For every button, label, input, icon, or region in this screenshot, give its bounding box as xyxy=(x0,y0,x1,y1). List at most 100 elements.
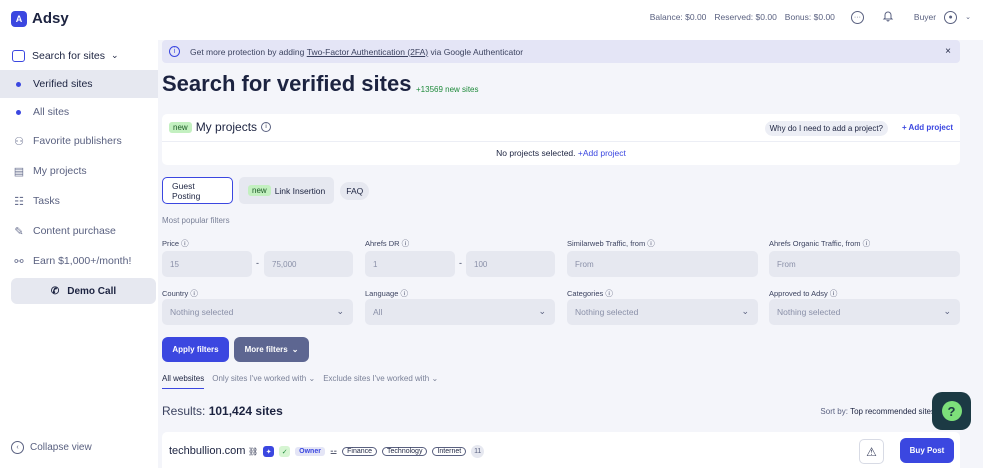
bullet-icon xyxy=(16,81,21,87)
tab-label: Link Insertion xyxy=(274,185,326,196)
similarweb-label: Similarweb Traffic, from ⓘ xyxy=(567,239,655,248)
my-projects-panel: new My projects i Why do I need to add a… xyxy=(162,114,960,165)
price-to-input[interactable]: 75,000 xyxy=(264,251,353,277)
phone-icon: ✆ xyxy=(50,285,60,297)
share-icon: ⚯ xyxy=(14,255,24,268)
sidebar-item-label: My projects xyxy=(33,165,87,177)
alert-text-end: via Google Authenticator xyxy=(428,46,524,57)
ahrefs-organic-label: Ahrefs Organic Traffic, from ⓘ xyxy=(769,239,871,248)
add-project-label: Add project xyxy=(908,123,953,132)
language-label: Language ⓘ xyxy=(365,289,408,298)
country-select[interactable]: Nothing selected ⌄ xyxy=(162,299,353,325)
sidebar-item-earn[interactable]: ⚯ Earn $1,000+/month! xyxy=(0,246,158,276)
new-badge: new xyxy=(169,121,192,133)
sort-value: Top recommended sites xyxy=(850,407,935,416)
categories-select[interactable]: Nothing selected ⌄ xyxy=(567,299,758,325)
dr-to-input[interactable]: 100 xyxy=(466,251,555,277)
chevron-down-icon: ⌄ xyxy=(943,306,951,316)
dr-from-input[interactable]: 1 xyxy=(365,251,455,277)
document-icon: ▤ xyxy=(13,165,25,178)
select-value: Nothing selected xyxy=(170,307,234,317)
categories-label: Categories ⓘ xyxy=(567,289,613,298)
more-dots-icon[interactable]: ··· xyxy=(850,10,864,24)
owner-badge: Owner xyxy=(295,447,325,456)
info-icon[interactable]: i xyxy=(261,122,272,132)
sidebar-item-label: Search for sites xyxy=(32,49,105,62)
chat-support-button[interactable]: ? xyxy=(932,392,971,430)
bell-icon[interactable] xyxy=(882,10,894,24)
sidebar-item-tasks[interactable]: ☷ Tasks xyxy=(0,186,158,216)
sidebar-item-all-sites[interactable]: All sites xyxy=(0,98,158,126)
collapse-view-button[interactable]: ‹ Collapse view xyxy=(11,441,92,454)
chevron-down-icon: ⌄ xyxy=(336,306,344,316)
help-chat-icon: ? xyxy=(941,401,962,421)
tab-faq[interactable]: FAQ xyxy=(340,181,370,200)
range-dash: - xyxy=(256,258,259,268)
add-project-button[interactable]: + Add project xyxy=(902,123,953,132)
select-value: All xyxy=(373,307,383,317)
chevron-down-icon: ⌄ xyxy=(110,50,119,60)
sidebar-item-content-purchase[interactable]: ✎ Content purchase xyxy=(0,216,158,246)
results-value: 101,424 sites xyxy=(208,404,283,418)
link-icon[interactable]: ⛓ xyxy=(248,447,258,456)
ahrefs-organic-input[interactable]: From xyxy=(769,251,960,277)
alert-text: Get more protection by adding xyxy=(190,46,307,57)
more-filters-button[interactable]: More filters ⌄ xyxy=(234,337,309,362)
warning-icon: ⚠ xyxy=(866,444,877,459)
language-select[interactable]: All ⌄ xyxy=(365,299,555,325)
sidebar-item-favorite-publishers[interactable]: ⚇ Favorite publishers xyxy=(0,126,158,156)
demo-call-button[interactable]: ✆ Demo Call xyxy=(11,278,156,304)
check-icon: ✓ xyxy=(279,446,291,457)
plus-icon: + xyxy=(901,123,909,132)
sidebar-item-label: Favorite publishers xyxy=(33,135,122,147)
sidebar-item-verified-sites[interactable]: Verified sites xyxy=(0,70,158,98)
tab-worked-with[interactable]: Only sites I've worked with ⌄ xyxy=(212,374,315,389)
chevron-down-icon: ⌄ xyxy=(291,345,299,354)
sidebar-item-my-projects[interactable]: ▤ My projects xyxy=(0,156,158,186)
tab-link-insertion[interactable]: new Link Insertion xyxy=(239,177,335,204)
sidebar-item-search[interactable]: Search for sites ⌄ xyxy=(0,41,158,70)
bullet-icon xyxy=(16,109,21,115)
tab-exclude-worked[interactable]: Exclude sites I've worked with ⌄ xyxy=(323,374,438,389)
logo[interactable]: A Adsy xyxy=(11,10,69,27)
results-count: Results: 101,424 sites xyxy=(162,404,283,418)
users-icon: ⚇ xyxy=(14,135,24,148)
select-value: Nothing selected xyxy=(777,307,841,317)
buy-post-button[interactable]: Buy Post xyxy=(900,438,954,463)
country-label: Country ⓘ xyxy=(162,289,198,298)
add-project-link[interactable]: +Add project xyxy=(578,148,626,158)
category-chip: Technology xyxy=(382,447,428,456)
site-row: techbullion.com ⛓ ✦ ✓ Owner ⚍ Finance Te… xyxy=(162,432,960,468)
bag-icon: ⚍ xyxy=(329,447,338,456)
role-label[interactable]: Buyer xyxy=(914,12,936,22)
approved-select[interactable]: Nothing selected ⌄ xyxy=(769,299,960,325)
user-avatar-icon[interactable]: ● xyxy=(944,10,958,24)
balance-text: Balance: $0.00 xyxy=(649,12,707,22)
my-projects-title: My projects xyxy=(195,120,258,134)
price-from-input[interactable]: 15 xyxy=(162,251,252,277)
report-warning-button[interactable]: ⚠ xyxy=(859,439,884,464)
select-value: Nothing selected xyxy=(575,307,639,317)
site-domain[interactable]: techbullion.com xyxy=(169,445,245,457)
two-factor-alert: i Get more protection by adding Two-Fact… xyxy=(162,40,960,63)
two-factor-link[interactable]: Two-Factor Authentication (2FA) xyxy=(307,47,428,57)
category-chip: Internet xyxy=(432,447,467,456)
similarweb-input[interactable]: From xyxy=(567,251,758,277)
ahrefs-dr-label: Ahrefs DR ⓘ xyxy=(365,239,410,248)
demo-call-label: Demo Call xyxy=(67,285,117,297)
tab-guest-posting[interactable]: Guest Posting xyxy=(162,177,233,204)
sort-label: Sort by: xyxy=(820,407,848,416)
category-chip: Finance xyxy=(342,447,378,456)
apply-filters-button[interactable]: Apply filters xyxy=(162,337,229,362)
why-add-project-button[interactable]: Why do I need to add a project? xyxy=(764,121,888,136)
close-icon[interactable]: × xyxy=(945,46,951,57)
tab-all-websites[interactable]: All websites xyxy=(162,374,205,389)
sidebar-item-label: All sites xyxy=(33,106,70,118)
chevron-down-icon[interactable]: ⌄ xyxy=(965,13,971,21)
price-label: Price ⓘ xyxy=(162,239,189,248)
category-count: 11 xyxy=(471,445,485,458)
results-label: Results: xyxy=(162,404,206,418)
sort-by-control[interactable]: Sort by: Top recommended sites xyxy=(820,407,935,416)
edit-icon: ✎ xyxy=(14,225,24,238)
search-sites-icon xyxy=(12,49,25,62)
